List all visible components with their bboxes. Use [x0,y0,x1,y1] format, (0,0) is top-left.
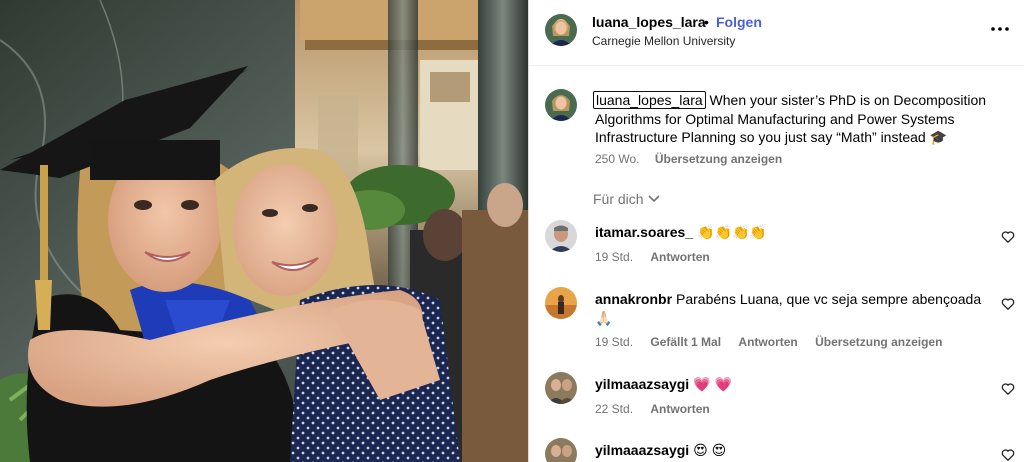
comment-body: annakronbr Parabéns Luana, que vc seja se… [595,290,985,328]
comment-text: 💗 💗 [693,376,732,392]
comment-sort-dropdown[interactable]: Für dich [593,191,660,207]
comment-body: yilmaaazsaygi 😍 😍 [595,441,985,460]
author-username[interactable]: luana_lopes_lara [592,14,706,30]
header-separator: • [704,14,709,30]
likes-count[interactable]: Gefällt 1 Mal [650,335,721,349]
caption-username[interactable]: luana_lopes_lara [593,91,706,109]
caption-meta: 250 Wo. Übersetzung anzeigen [595,152,794,166]
caption-text: luana_lopes_lara When your sister’s PhD … [593,91,995,147]
comment-body: yilmaaazsaygi 💗 💗 [595,375,985,394]
caption-translate-button[interactable]: Übersetzung anzeigen [655,152,782,166]
comment-username[interactable]: yilmaaazsaygi [595,442,689,458]
post-photo[interactable] [0,0,528,462]
heart-outline-icon[interactable] [1001,448,1015,462]
post-header: luana_lopes_lara • Folgen Carnegie Mello… [529,0,1024,66]
comment-text: 😍 😍 [693,442,727,458]
comment-username[interactable]: yilmaaazsaygi [595,376,689,392]
comment-age[interactable]: 22 Std. [595,402,633,416]
commenter-avatar[interactable] [545,438,577,462]
heart-outline-icon[interactable] [1001,382,1015,396]
author-avatar[interactable] [545,14,577,46]
comment-username[interactable]: itamar.soares_ [595,224,693,240]
comment-username[interactable]: annakronbr [595,291,672,307]
follow-button[interactable]: Folgen [716,14,762,30]
caption-avatar[interactable] [545,89,577,121]
reply-button[interactable]: Antworten [738,335,797,349]
heart-outline-icon[interactable] [1001,297,1015,311]
comment-meta: 19 Std. Antworten [595,250,724,264]
comment-age[interactable]: 19 Std. [595,335,633,349]
comment-text: 👏👏👏👏 [697,224,767,240]
post-side-panel: luana_lopes_lara • Folgen Carnegie Mello… [528,0,1024,462]
graduation-photo [0,0,528,462]
reply-button[interactable]: Antworten [650,402,709,416]
commenter-avatar[interactable] [545,287,577,319]
location-label[interactable]: Carnegie Mellon University [592,34,735,48]
comment-translate-button[interactable]: Übersetzung anzeigen [815,335,942,349]
comment-meta: 22 Std. Antworten [595,402,724,416]
commenter-avatar[interactable] [545,372,577,404]
comment-age[interactable]: 19 Std. [595,250,633,264]
sort-label: Für dich [593,191,644,207]
caption-age[interactable]: 250 Wo. [595,152,639,166]
commenter-avatar[interactable] [545,220,577,252]
comment-meta: 19 Std. Gefällt 1 Mal Antworten Übersetz… [595,335,956,349]
reply-button[interactable]: Antworten [650,250,709,264]
chevron-down-icon [648,195,660,203]
heart-outline-icon[interactable] [1001,230,1015,244]
more-options-icon[interactable] [989,18,1011,40]
comment-body: itamar.soares_ 👏👏👏👏 [595,223,985,242]
